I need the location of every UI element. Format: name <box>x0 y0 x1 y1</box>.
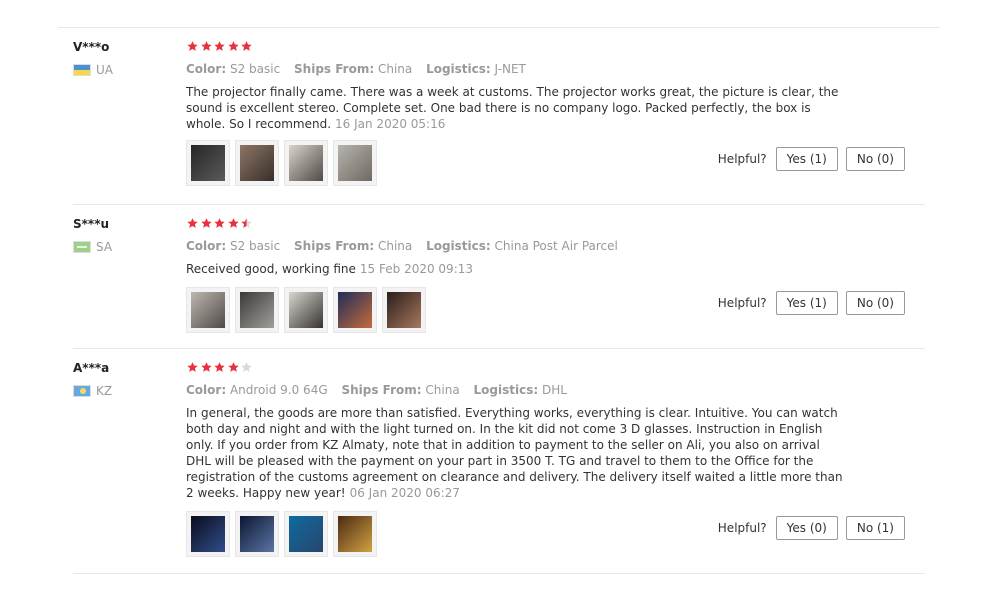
review-divider <box>73 573 925 574</box>
star-icon <box>200 40 213 53</box>
star-icon <box>186 40 199 53</box>
review-date: 06 Jan 2020 06:27 <box>349 486 460 500</box>
color-label: Color: <box>186 239 227 253</box>
ships-from-label: Ships From: <box>341 383 422 397</box>
helpful-vote: Helpful? Yes (1) No (0) <box>718 291 905 315</box>
color-value: S2 basic <box>229 62 281 76</box>
star-icon <box>240 361 253 374</box>
reviewer-country: SA <box>73 240 112 254</box>
review-text: The projector finally came. There was a … <box>186 84 846 132</box>
helpful-no-button[interactable]: No (0) <box>845 291 905 315</box>
review-photo[interactable] <box>284 140 328 186</box>
star-icon <box>186 361 199 374</box>
reviewer-name: S***u <box>73 217 110 231</box>
rating-stars <box>186 361 254 376</box>
flag-icon <box>73 64 91 76</box>
ships-from-label: Ships From: <box>294 239 375 253</box>
photo-thumbnails <box>186 140 377 186</box>
review-photo[interactable] <box>186 140 230 186</box>
top-divider <box>58 27 940 28</box>
rating-stars <box>186 40 254 55</box>
helpful-label: Helpful? <box>717 152 767 166</box>
star-icon <box>240 217 253 230</box>
review-photo[interactable] <box>333 140 377 186</box>
logistics-value: J-NET <box>494 62 526 76</box>
star-icon <box>227 361 240 374</box>
star-icon <box>227 40 240 53</box>
photo-thumbnails <box>186 287 426 333</box>
review-divider <box>73 204 925 205</box>
star-icon <box>213 217 226 230</box>
helpful-yes-button[interactable]: Yes (0) <box>775 516 838 540</box>
review-photo[interactable] <box>382 287 426 333</box>
helpful-label: Helpful? <box>717 521 767 535</box>
color-label: Color: <box>186 383 227 397</box>
reviewer-country: KZ <box>73 384 112 398</box>
logistics-value: China Post Air Parcel <box>494 239 618 253</box>
country-code: KZ <box>96 384 113 398</box>
helpful-yes-button[interactable]: Yes (1) <box>775 291 838 315</box>
helpful-yes-button[interactable]: Yes (1) <box>775 147 838 171</box>
star-icon <box>200 217 213 230</box>
color-value: Android 9.0 64G <box>229 383 328 397</box>
flag-icon <box>73 385 91 397</box>
photo-thumbnails <box>186 511 377 557</box>
review-meta: Color: S2 basic Ships From: China Logist… <box>186 239 628 253</box>
helpful-vote: Helpful? Yes (1) No (0) <box>718 147 905 171</box>
review-meta: Color: S2 basic Ships From: China Logist… <box>186 62 536 76</box>
review-text: In general, the goods are more than sati… <box>186 405 846 501</box>
helpful-vote: Helpful? Yes (0) No (1) <box>718 516 905 540</box>
review-photo[interactable] <box>333 511 377 557</box>
ships-from-value: China <box>377 239 413 253</box>
logistics-value: DHL <box>541 383 567 397</box>
review-item: S***u SA Color: S2 basic Ships From: Chi… <box>73 217 925 349</box>
star-icon <box>213 40 226 53</box>
review-body: In general, the goods are more than sati… <box>186 406 843 500</box>
review-photo[interactable] <box>284 287 328 333</box>
review-body: The projector finally came. There was a … <box>186 85 839 131</box>
review-item: V***o UA Color: S2 basic Ships From: Chi… <box>73 40 925 205</box>
logistics-label: Logistics: <box>473 383 539 397</box>
review-date: 15 Feb 2020 09:13 <box>359 262 474 276</box>
country-code: SA <box>96 240 113 254</box>
rating-stars <box>186 217 254 232</box>
review-photo[interactable] <box>284 511 328 557</box>
review-text: Received good, working fine 15 Feb 2020 0… <box>186 261 846 277</box>
helpful-no-button[interactable]: No (1) <box>845 516 905 540</box>
review-photo[interactable] <box>235 140 279 186</box>
star-icon <box>186 217 199 230</box>
review-photo[interactable] <box>333 287 377 333</box>
review-photo[interactable] <box>235 511 279 557</box>
star-icon <box>240 40 253 53</box>
star-icon <box>213 361 226 374</box>
helpful-label: Helpful? <box>717 296 767 310</box>
ships-from-label: Ships From: <box>294 62 375 76</box>
star-icon <box>227 217 240 230</box>
color-value: S2 basic <box>229 239 281 253</box>
reviewer-name: A***a <box>73 361 110 375</box>
flag-icon <box>73 241 91 253</box>
ships-from-value: China <box>377 62 413 76</box>
color-label: Color: <box>186 62 227 76</box>
review-meta: Color: Android 9.0 64G Ships From: China… <box>186 383 577 397</box>
review-date: 16 Jan 2020 05:16 <box>335 117 446 131</box>
ships-from-value: China <box>425 383 460 397</box>
logistics-label: Logistics: <box>426 62 491 76</box>
review-divider <box>73 348 925 349</box>
star-icon <box>200 361 213 374</box>
reviewer-country: UA <box>73 63 113 77</box>
logistics-label: Logistics: <box>426 239 491 253</box>
review-photo[interactable] <box>186 287 230 333</box>
review-photo[interactable] <box>186 511 230 557</box>
review-item: A***a KZ Color: Android 9.0 64G Ships Fr… <box>73 361 925 574</box>
review-body: Received good, working fine <box>186 262 356 276</box>
review-photo[interactable] <box>235 287 279 333</box>
country-code: UA <box>96 63 113 77</box>
reviewer-name: V***o <box>73 40 110 54</box>
helpful-no-button[interactable]: No (0) <box>845 147 905 171</box>
